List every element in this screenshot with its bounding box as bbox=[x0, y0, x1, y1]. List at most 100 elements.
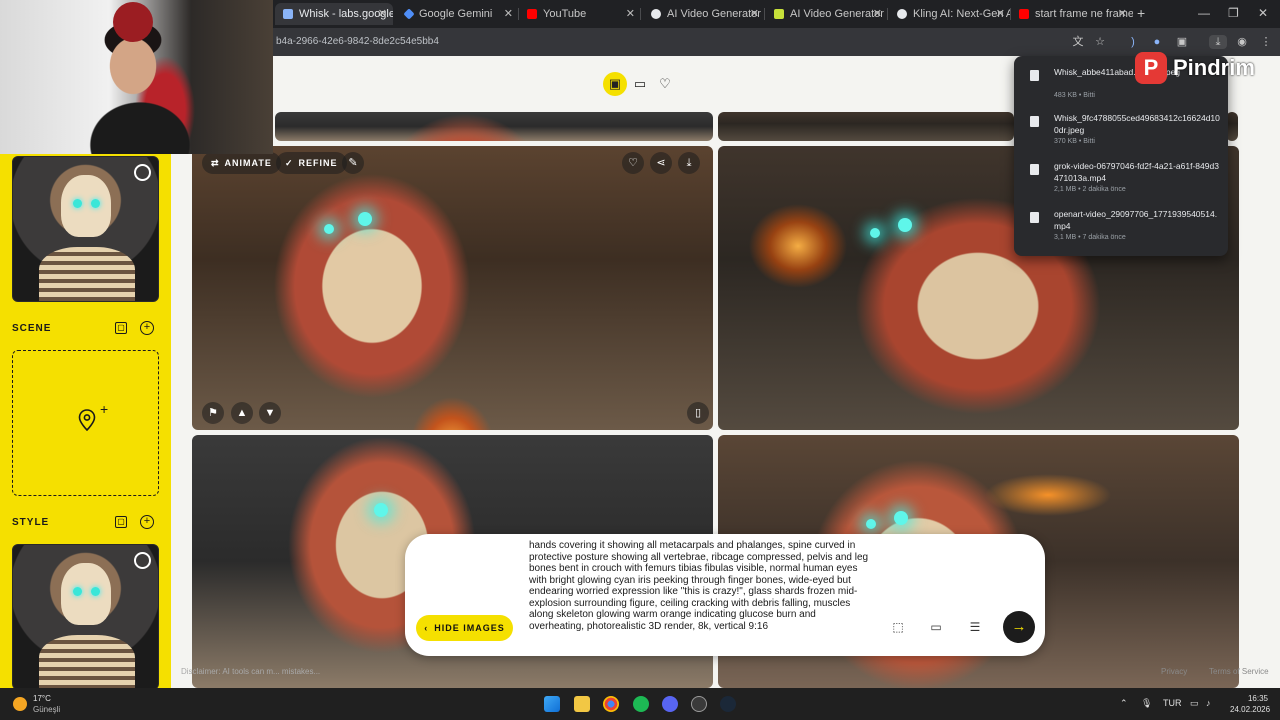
style-add-icon[interactable]: + bbox=[140, 515, 154, 529]
flag-icon[interactable]: ⚑ bbox=[202, 402, 224, 424]
new-tab-button[interactable]: + bbox=[1137, 5, 1145, 21]
microphone-icon[interactable]: 🎙 bbox=[1141, 698, 1152, 709]
overlay-brand-logo: P Pindrim bbox=[1135, 52, 1280, 86]
privacy-link[interactable]: Privacy bbox=[1161, 667, 1187, 676]
obs-icon[interactable] bbox=[691, 696, 707, 712]
style-thumbnail[interactable] bbox=[12, 544, 159, 688]
refine-button[interactable]: ✓ REFINE bbox=[276, 152, 347, 174]
tab-close-icon[interactable]: ✕ bbox=[996, 7, 1005, 20]
download-meta: 2,1 MB • 2 dakika önce bbox=[1054, 186, 1126, 193]
profile-avatar-icon[interactable]: ◉ bbox=[1235, 35, 1249, 49]
weather-description: Güneşli bbox=[33, 705, 61, 714]
volume-icon[interactable]: ♪ bbox=[1206, 698, 1211, 708]
windows-start-icon[interactable] bbox=[544, 696, 560, 712]
submit-arrow-button[interactable]: → bbox=[1003, 611, 1035, 643]
select-circle-icon[interactable] bbox=[134, 552, 151, 569]
scene-dropzone[interactable]: + bbox=[12, 350, 159, 496]
file-explorer-icon[interactable] bbox=[574, 696, 590, 712]
tab-close-icon[interactable]: ✕ bbox=[504, 7, 513, 20]
prompt-textarea[interactable]: hands covering it showing all metacarpal… bbox=[529, 540, 869, 646]
window-close-icon[interactable]: ✕ bbox=[1258, 6, 1268, 20]
youtube-favicon-icon bbox=[1019, 9, 1029, 19]
terms-link[interactable]: Terms of Service bbox=[1209, 667, 1269, 676]
scene-upload-icon[interactable]: ▢ bbox=[115, 322, 127, 334]
share-icon[interactable]: ⋖ bbox=[650, 152, 672, 174]
tab-gemini[interactable]: Google Gemini ✕ bbox=[397, 3, 519, 25]
downloads-popup: Whisk_abbe411abad...3addr.jpeg 483 KB • … bbox=[1014, 56, 1228, 256]
brand-text: Pindrim bbox=[1173, 55, 1255, 80]
browser-menu-icon[interactable]: ⋮ bbox=[1259, 35, 1273, 49]
refine-icon: ✓ bbox=[285, 157, 294, 168]
tab-youtube-start-frame[interactable]: start frame ne frame ✕ bbox=[1011, 3, 1133, 25]
youtube-favicon-icon bbox=[527, 9, 537, 19]
language-indicator[interactable]: TUR bbox=[1163, 698, 1182, 708]
style-label: STYLE bbox=[12, 517, 50, 528]
tab-close-icon[interactable]: ✕ bbox=[1118, 7, 1127, 20]
download-filename: grok-video-06797046-fd2f-4a21-a61f-849d3… bbox=[1054, 161, 1219, 183]
spotify-icon[interactable] bbox=[633, 696, 649, 712]
network-icon[interactable]: ▭ bbox=[1190, 698, 1199, 709]
tray-chevron-up-icon[interactable]: ⌃ bbox=[1120, 698, 1128, 709]
aspect-ratio-icon[interactable]: ⬚ bbox=[890, 619, 906, 635]
tab-whisk[interactable]: Whisk - labs.google/fx ✕ bbox=[275, 3, 393, 25]
clock[interactable]: 16:35 24.02.2026 bbox=[1230, 693, 1271, 715]
extension-shield-icon[interactable]: ● bbox=[1150, 35, 1164, 49]
animate-button[interactable]: ⇄ ANIMATE bbox=[202, 152, 281, 174]
extensions-puzzle-icon[interactable]: ▣ bbox=[1175, 35, 1189, 49]
tab-close-icon[interactable]: ✕ bbox=[750, 7, 759, 20]
video-file-icon bbox=[1030, 212, 1039, 223]
favorite-heart-icon[interactable]: ♡ bbox=[622, 152, 644, 174]
thumbs-down-icon[interactable]: ▼ bbox=[259, 402, 281, 424]
prompt-bar: ‹ HIDE IMAGES hands covering it showing … bbox=[405, 534, 1045, 656]
scene-label: SCENE bbox=[12, 323, 52, 334]
select-circle-icon[interactable] bbox=[134, 164, 151, 181]
download-meta: 3,1 MB • 7 dakika önce bbox=[1054, 234, 1126, 241]
subject-thumbnail[interactable] bbox=[12, 156, 159, 302]
bookmark-star-icon[interactable]: ☆ bbox=[1093, 35, 1107, 49]
settings-sliders-icon[interactable]: ☰ bbox=[967, 619, 983, 635]
edit-icon[interactable]: ✎ bbox=[342, 152, 364, 174]
delete-icon[interactable]: ▯ bbox=[687, 402, 709, 424]
url-text[interactable]: b4a-2966-42e6-9842-8de2c54e5bb4 bbox=[276, 36, 439, 47]
extension-audio-icon[interactable]: ) bbox=[1126, 35, 1140, 49]
brand-badge-icon: P bbox=[1135, 52, 1167, 84]
animate-icon: ⇄ bbox=[211, 157, 220, 168]
tab-label: Google Gemini bbox=[419, 8, 493, 20]
image-frame-icon[interactable]: ▭ bbox=[928, 619, 944, 635]
video-mode-icon[interactable]: ▭ bbox=[628, 72, 652, 96]
temperature-text: 17°C bbox=[33, 694, 51, 703]
gemini-favicon-icon bbox=[403, 8, 415, 20]
tab-kling[interactable]: Kling AI: Next-Gen AI ✕ bbox=[889, 3, 1011, 25]
image-mode-icon[interactable]: ▣ bbox=[603, 72, 627, 96]
favorites-heart-icon[interactable]: ♡ bbox=[653, 72, 677, 96]
disclaimer-text: Disclaimer: AI tools can m... mistakes..… bbox=[181, 667, 321, 676]
downloads-icon[interactable]: ⤓ bbox=[1209, 35, 1227, 49]
scene-add-icon[interactable]: + bbox=[140, 321, 154, 335]
tab-ai-video-generator-2[interactable]: AI Video Generator & ✕ bbox=[766, 3, 888, 25]
tab-close-icon[interactable]: ✕ bbox=[626, 7, 635, 20]
restore-icon[interactable]: ❐ bbox=[1228, 6, 1239, 20]
minimize-icon[interactable]: — bbox=[1198, 6, 1210, 20]
tab-close-icon[interactable]: ✕ bbox=[873, 7, 882, 20]
view-toggle-toolbar: ▣ ▭ ♡ bbox=[598, 70, 680, 98]
tab-close-icon[interactable]: ✕ bbox=[378, 7, 387, 20]
translate-icon[interactable]: 文 bbox=[1071, 35, 1085, 49]
tab-youtube[interactable]: YouTube ✕ bbox=[519, 3, 641, 25]
sun-weather-icon[interactable] bbox=[13, 697, 27, 711]
download-icon[interactable]: ⤓ bbox=[678, 152, 700, 174]
clock-date: 24.02.2026 bbox=[1230, 705, 1271, 714]
openart-favicon-icon bbox=[774, 9, 784, 19]
generated-image-partial[interactable] bbox=[275, 112, 713, 141]
generated-image-1[interactable]: ⇄ ANIMATE ✓ REFINE ✎ ♡ ⋖ ⤓ ⚑ ▲ ▼ ▯ bbox=[192, 146, 713, 430]
generated-image-partial[interactable] bbox=[718, 112, 1014, 141]
thumbs-up-icon[interactable]: ▲ bbox=[231, 402, 253, 424]
tab-ai-video-generator[interactable]: AI Video Generator ✕ bbox=[643, 3, 765, 25]
discord-icon[interactable] bbox=[662, 696, 678, 712]
chrome-icon[interactable] bbox=[603, 696, 619, 712]
webcam-overlay bbox=[0, 0, 273, 154]
tab-label: AI Video Generator bbox=[667, 8, 761, 20]
download-filename: openart-video_29097706_1771939540514.mp4 bbox=[1054, 209, 1218, 231]
steam-icon[interactable] bbox=[720, 696, 736, 712]
hide-images-button[interactable]: ‹ HIDE IMAGES bbox=[416, 615, 513, 641]
style-upload-icon[interactable]: ▢ bbox=[115, 516, 127, 528]
